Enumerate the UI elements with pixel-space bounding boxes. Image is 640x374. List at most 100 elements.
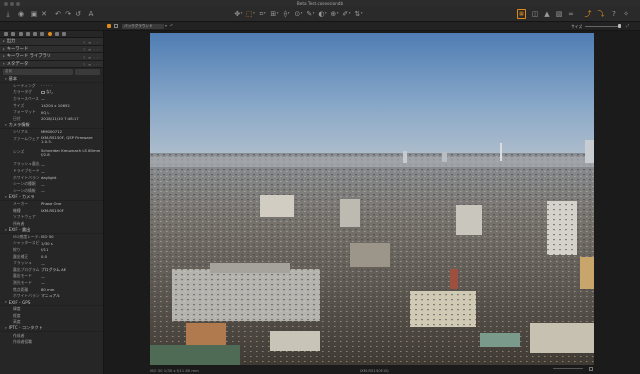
- panel-section-header[interactable]: ▸ キーワード ライブラリ ? ≡ ···: [0, 53, 103, 61]
- metadata-preset-select[interactable]: [75, 69, 100, 75]
- zoom-fit-icon[interactable]: ⤢: [626, 23, 629, 28]
- camera-icon[interactable]: ◉: [17, 9, 25, 19]
- color-tab-icon[interactable]: [40, 32, 45, 36]
- panel-section-header[interactable]: ▸ キーワード ? ≡ ···: [0, 45, 103, 53]
- color-tag-icon[interactable]: [589, 367, 593, 371]
- metadata-value[interactable]: 2018/11/10 7:48:17: [40, 116, 103, 121]
- chevron-down-icon[interactable]: ▾: [5, 326, 7, 330]
- chevron-down-icon[interactable]: ▾: [5, 77, 7, 81]
- viewer-mode-icon[interactable]: [107, 24, 111, 28]
- tips-icon[interactable]: ✧: [622, 9, 630, 19]
- chevron-icon[interactable]: ▾: [3, 62, 5, 66]
- import-icon[interactable]: ⤓: [4, 9, 12, 19]
- gradient-tool-icon[interactable]: ◐: [318, 9, 327, 19]
- exposure-tab-icon[interactable]: [33, 32, 38, 36]
- metadata-value[interactable]: プログラム AE: [40, 267, 103, 273]
- photo-preview[interactable]: [150, 33, 594, 365]
- metadata-value[interactable]: 0.0: [40, 254, 103, 259]
- chevron-icon[interactable]: ▸: [3, 39, 5, 43]
- reset-icon[interactable]: ↺: [74, 9, 82, 19]
- metadata-value[interactable]: 80 mm: [40, 287, 103, 292]
- pan-tool-icon[interactable]: ✥: [234, 9, 243, 19]
- preview-icon[interactable]: ◫: [531, 9, 539, 19]
- picker-tool-icon[interactable]: ⊕: [330, 9, 339, 19]
- metadata-value[interactable]: Schneider Kreuznach LS 80mm f/2.8: [40, 148, 103, 158]
- panel-options-icon[interactable]: ? ≡ ···: [83, 55, 100, 60]
- panel-options-icon[interactable]: ? ≡ ···: [83, 62, 100, 67]
- focus-mask-icon[interactable]: ▧: [555, 9, 563, 19]
- copy-adjust-icon[interactable]: ⇅: [354, 9, 363, 19]
- metadata-value[interactable]: MM000712: [40, 129, 103, 134]
- metadata-value[interactable]: —: [40, 261, 103, 266]
- metadata-value[interactable]: —: [40, 162, 103, 167]
- metadata-value[interactable]: ISO 50: [40, 234, 103, 239]
- lens-tab-icon[interactable]: [18, 32, 23, 36]
- chevron-icon[interactable]: ▸: [3, 54, 5, 58]
- annotation-tool-icon[interactable]: ✐: [342, 9, 351, 19]
- image-viewer[interactable]: ISO 50 1/30 s f/11 80 mm IXM-RS150F.IIQ: [105, 31, 640, 374]
- text-tool-icon[interactable]: A: [87, 9, 95, 19]
- chevron-down-icon[interactable]: ▾: [5, 123, 7, 127]
- metadata-value[interactable]: なし: [40, 89, 103, 95]
- panel-options-icon[interactable]: ? ≡ ···: [83, 40, 100, 45]
- metadata-value[interactable]: 14204 x 10652: [40, 103, 103, 108]
- metadata-value[interactable]: —: [40, 182, 103, 187]
- chevron-down-icon[interactable]: ▾: [5, 300, 7, 304]
- apply-settings-icon[interactable]: ⤵: [597, 9, 605, 19]
- metadata-search-input[interactable]: 名前: [3, 69, 73, 75]
- spot-tool-icon[interactable]: ⊙: [294, 9, 303, 19]
- metadata-row: ISO感度レーティ ISO 50: [0, 234, 103, 241]
- batch-tab-icon[interactable]: [62, 32, 67, 36]
- brush-tool-icon[interactable]: ✎: [306, 9, 315, 19]
- zoom-slider[interactable]: [585, 25, 621, 27]
- metadata-group-title: IPTC - コンタクト: [8, 325, 43, 331]
- library-tab-icon[interactable]: [4, 32, 8, 36]
- chevron-down-icon[interactable]: ▾: [165, 23, 167, 28]
- panel-options-icon[interactable]: ? ≡ ···: [83, 47, 100, 52]
- compare-icon[interactable]: ∞: [566, 9, 576, 19]
- capture-tab-icon[interactable]: [11, 32, 16, 36]
- color-tag-swatch[interactable]: [41, 90, 45, 95]
- keystone-tool-icon[interactable]: ⟠: [282, 9, 291, 19]
- metadata-value[interactable]: IXM-RS150F, QSP Firmware 1.0.3.: [40, 135, 103, 145]
- chevron-down-icon[interactable]: ▾: [5, 195, 7, 199]
- metadata-value[interactable]: IXM-RS150F: [40, 208, 103, 213]
- chevron-down-icon[interactable]: ▾: [5, 228, 7, 232]
- warning-icon[interactable]: ▲: [543, 9, 551, 19]
- single-view-icon[interactable]: [114, 24, 118, 28]
- panel-section-header[interactable]: ▾ メタデータ ? ≡ ···: [0, 60, 103, 68]
- metadata-value[interactable]: —: [40, 188, 103, 193]
- back-icon[interactable]: ↶: [170, 23, 173, 28]
- metadata-value[interactable]: —: [40, 96, 103, 101]
- metadata-value[interactable]: IIQ L: [40, 110, 103, 115]
- help-icon[interactable]: ?: [610, 9, 618, 19]
- straighten-tool-icon[interactable]: ⊞: [270, 9, 279, 19]
- metadata-value[interactable]: 1/30 s: [40, 241, 103, 246]
- panel-section-header[interactable]: ▸ 出力 ? ≡ ···: [0, 38, 103, 46]
- viewer-mode-select[interactable]: バックグラウンド: [122, 23, 164, 29]
- composition-tab-icon[interactable]: [25, 32, 30, 36]
- chevron-icon[interactable]: ▸: [3, 47, 5, 51]
- metadata-value[interactable]: · · · · ·: [40, 83, 103, 88]
- select-tool-icon[interactable]: ⬚: [246, 9, 255, 19]
- redo-icon[interactable]: ↷: [64, 9, 72, 19]
- copy-settings-icon[interactable]: ⤴: [584, 9, 592, 19]
- metadata-value[interactable]: —: [40, 169, 103, 174]
- crop-tool-icon[interactable]: ⌗: [258, 9, 267, 19]
- undo-icon[interactable]: ↶: [54, 9, 62, 19]
- metadata-label: カラースペース: [13, 95, 39, 101]
- metadata-value[interactable]: Phase One: [40, 201, 103, 206]
- metadata-value[interactable]: f/11: [40, 247, 103, 252]
- panel-section-title: キーワード ライブラリ: [6, 54, 52, 60]
- output-tab-icon[interactable]: [55, 32, 60, 36]
- process-icon[interactable]: ▣: [30, 9, 38, 19]
- metadata-value[interactable]: daylight: [40, 175, 103, 180]
- metadata-tab-icon[interactable]: [47, 32, 52, 36]
- grid-overlay-icon[interactable]: ▦: [517, 9, 526, 19]
- metadata-value[interactable]: マニュアル: [40, 293, 103, 299]
- metadata-value[interactable]: —: [40, 280, 103, 285]
- zoom-slider-handle[interactable]: [618, 24, 621, 28]
- delete-icon[interactable]: ✕: [40, 9, 48, 19]
- rating-strip[interactable]: [553, 368, 583, 369]
- metadata-value[interactable]: —: [40, 274, 103, 279]
